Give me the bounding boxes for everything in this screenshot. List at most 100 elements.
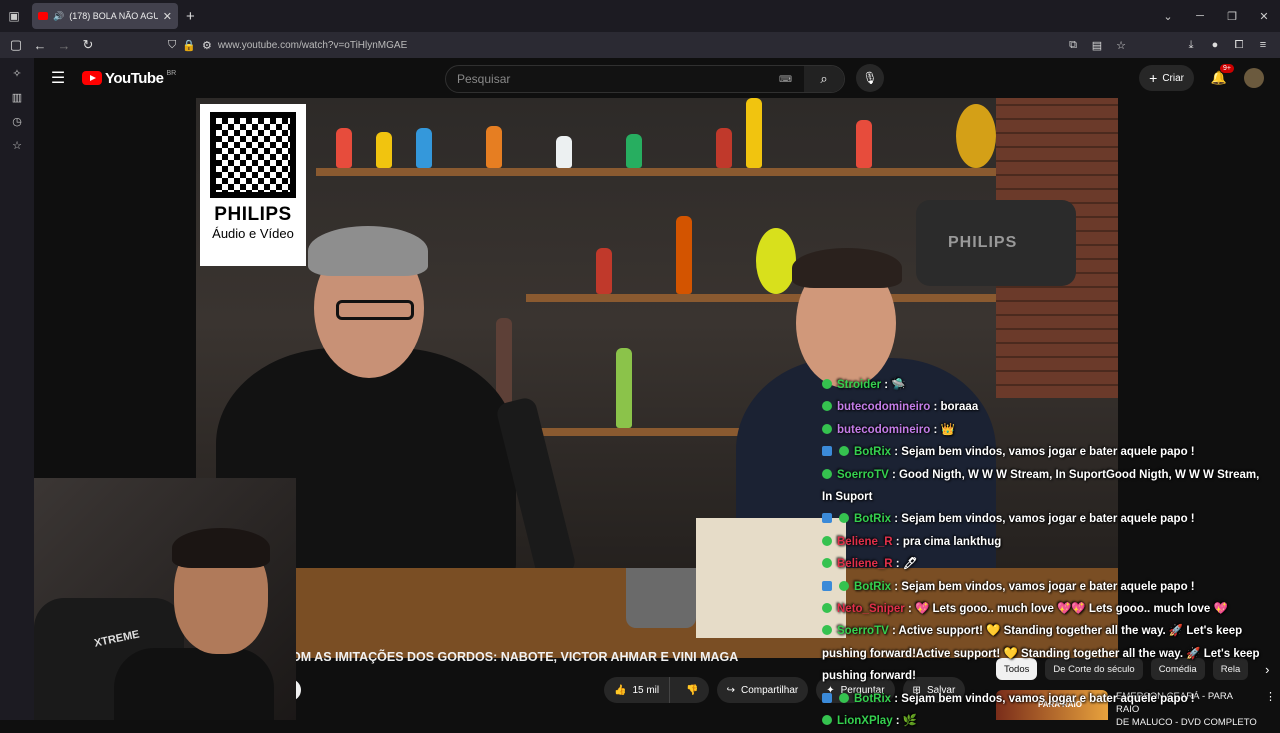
toy-figure <box>676 216 692 294</box>
bookmarks-icon[interactable]: ☆ <box>0 134 34 158</box>
forward-icon[interactable]: → <box>52 38 76 53</box>
history-icon[interactable]: ◷ <box>0 110 34 134</box>
chat-text: : 💖 Lets gooo.. much love 💖💖 Lets gooo..… <box>904 603 1228 616</box>
dislike-button[interactable]: 👎 <box>676 685 708 696</box>
chat-username: SoerroTV <box>837 468 889 481</box>
lock-icon[interactable]: 🔒 <box>182 39 196 52</box>
streamer-webcam: XTREME <box>34 478 296 720</box>
youtube-logo[interactable]: YouTube BR <box>82 70 176 87</box>
shelf <box>316 168 996 176</box>
account-icon[interactable]: ● <box>1206 39 1224 51</box>
chat-text: : 🌿 <box>892 715 918 728</box>
toy-figure <box>556 136 572 168</box>
chat-username: BotRix <box>854 446 892 459</box>
share-button[interactable]: ↪ Compartilhar <box>716 677 809 703</box>
pip-icon[interactable]: ⧉ <box>1064 39 1082 52</box>
toy-figure <box>376 132 392 168</box>
verified-badge-icon <box>822 535 832 546</box>
shelf <box>526 294 996 302</box>
bookmark-star-icon[interactable]: ☆ <box>1112 39 1130 52</box>
toy-figure <box>746 98 762 168</box>
browser-navbar: ▢ ← → ↻ ⛉ 🔒 ⚙ www.youtube.com/watch?v=oT… <box>0 32 1280 58</box>
toy-figure <box>626 134 642 168</box>
chat-message: LionXPlay : 🌿 <box>822 710 1272 732</box>
youtube-play-icon <box>82 71 102 85</box>
close-window-icon[interactable]: ✕ <box>1248 10 1280 23</box>
like-button[interactable]: 👍 15 mil <box>604 677 671 703</box>
toy-figure <box>416 128 432 168</box>
downloads-icon[interactable]: ⤓ <box>1182 39 1200 52</box>
tab-list-icon[interactable]: ▣ <box>0 0 28 32</box>
search-icon: ⌕ <box>820 71 828 86</box>
url-text[interactable]: www.youtube.com/watch?v=oTiHlynMGAE <box>218 40 407 51</box>
toy-figure <box>616 348 632 428</box>
new-tab-icon[interactable]: + <box>186 8 195 25</box>
reader-icon[interactable]: ▤ <box>1088 39 1106 52</box>
voice-search-button[interactable]: 🎙 <box>856 64 884 92</box>
chat-text: : 🛸 <box>881 379 906 391</box>
chat-text: : boraaa <box>930 401 979 414</box>
address-bar[interactable]: ⛉ 🔒 ⚙ www.youtube.com/watch?v=oTiHlynMGA… <box>168 34 1064 56</box>
restore-icon[interactable]: ❐ <box>1216 10 1248 23</box>
chat-message: SoerroTV : Good Nigth, W W W Stream, In … <box>822 464 1272 509</box>
guide-menu-icon[interactable]: ☰ <box>34 68 82 88</box>
mug <box>626 568 696 628</box>
toy-figure <box>756 228 796 294</box>
sidebar-toggle-icon[interactable]: ▢ <box>4 37 28 53</box>
verified-badge-icon <box>822 603 832 614</box>
permissions-icon[interactable]: ⚙ <box>202 39 212 52</box>
chat-text: : pra cima lankthug <box>892 535 1002 548</box>
window-controls: ⌄ ─ ❐ ✕ <box>1152 0 1280 32</box>
chat-text: : Sejam bem vindos, vamos jogar e bater … <box>891 580 1195 593</box>
qr-code <box>210 112 296 198</box>
menu-icon[interactable]: ≡ <box>1254 39 1272 51</box>
chat-message: Beliene_R : 🖊 <box>822 553 1272 575</box>
sponsor-qr-card: PHILIPS Áudio e Vídeo <box>200 104 306 266</box>
mic-icon: 🎙 <box>862 71 878 85</box>
reload-icon[interactable]: ↻ <box>76 37 100 53</box>
browser-tabbar: ▣ 🔊 (178) BOLA NÃO AGUENTO ✕ + ⌄ ─ ❐ ✕ <box>0 0 1280 32</box>
shield-icon[interactable]: ⛉ <box>168 39 176 52</box>
chat-username: Beliene_R <box>837 535 893 548</box>
streamer-body <box>114 648 274 720</box>
tab-overflow-icon[interactable]: ⌄ <box>1152 10 1184 23</box>
chat-message: Neto_Sniper : 💖 Lets gooo.. much love 💖💖… <box>822 598 1272 620</box>
verified-badge-icon <box>822 558 832 569</box>
verified-badge-icon <box>822 715 832 726</box>
chat-username: BotRix <box>854 513 892 526</box>
chat-message: Beliene_R : pra cima lankthug <box>822 531 1272 553</box>
verified-badge-icon <box>822 379 832 389</box>
stream-chat-overlay: Stroider : 🛸 butecodomineiro : boraaa bute… <box>822 374 1272 733</box>
minimize-icon[interactable]: ─ <box>1184 10 1216 22</box>
share-icon: ↪ <box>726 684 735 696</box>
chat-username: Neto_Sniper <box>837 603 905 616</box>
chat-message: Stroider : 🛸 <box>822 374 1272 396</box>
close-tab-icon[interactable]: ✕ <box>163 10 172 23</box>
chat-text: : 🖊 <box>892 558 918 571</box>
extensions-icon[interactable]: ⧠ <box>1230 39 1248 52</box>
notifications-button[interactable]: 🔔 9+ <box>1206 64 1234 91</box>
search-input[interactable]: Pesquisar <box>457 72 779 86</box>
synced-tabs-icon[interactable]: ▥ <box>0 86 34 110</box>
search-button[interactable]: ⌕ <box>804 66 844 92</box>
chat-username: butecodomineiro <box>837 423 931 436</box>
verified-badge-icon <box>822 625 832 636</box>
toy-figure <box>336 128 352 168</box>
speaker-icon[interactable]: 🔊 <box>53 11 64 22</box>
create-button[interactable]: + Criar <box>1139 65 1194 91</box>
like-dislike-group: 👍 15 mil 👎 <box>604 677 709 703</box>
verified-badge-icon <box>822 423 832 434</box>
ai-chat-icon[interactable]: ✧ <box>0 62 34 86</box>
chat-message: butecodomineiro : 👑 <box>822 419 1272 441</box>
browser-tab-active[interactable]: 🔊 (178) BOLA NÃO AGUENTO ✕ <box>32 3 178 29</box>
back-icon[interactable]: ← <box>28 38 52 53</box>
search-box[interactable]: Pesquisar ⌨ ⌕ <box>445 65 845 93</box>
chat-username: Stroider <box>837 379 882 391</box>
host-right-hair <box>792 248 902 288</box>
toolbar-right: ⧉ ▤ ☆ ⤓ ● ⧠ ≡ <box>1064 39 1280 52</box>
avatar[interactable] <box>1244 68 1264 88</box>
chat-username: Beliene_R <box>837 558 893 571</box>
keyboard-icon[interactable]: ⌨ <box>779 74 792 85</box>
youtube-page: ☰ YouTube BR Pesquisar ⌨ ⌕ 🎙 + Criar 🔔 9… <box>34 58 1280 728</box>
sponsor-subtitle: Áudio e Vídeo <box>212 226 294 241</box>
